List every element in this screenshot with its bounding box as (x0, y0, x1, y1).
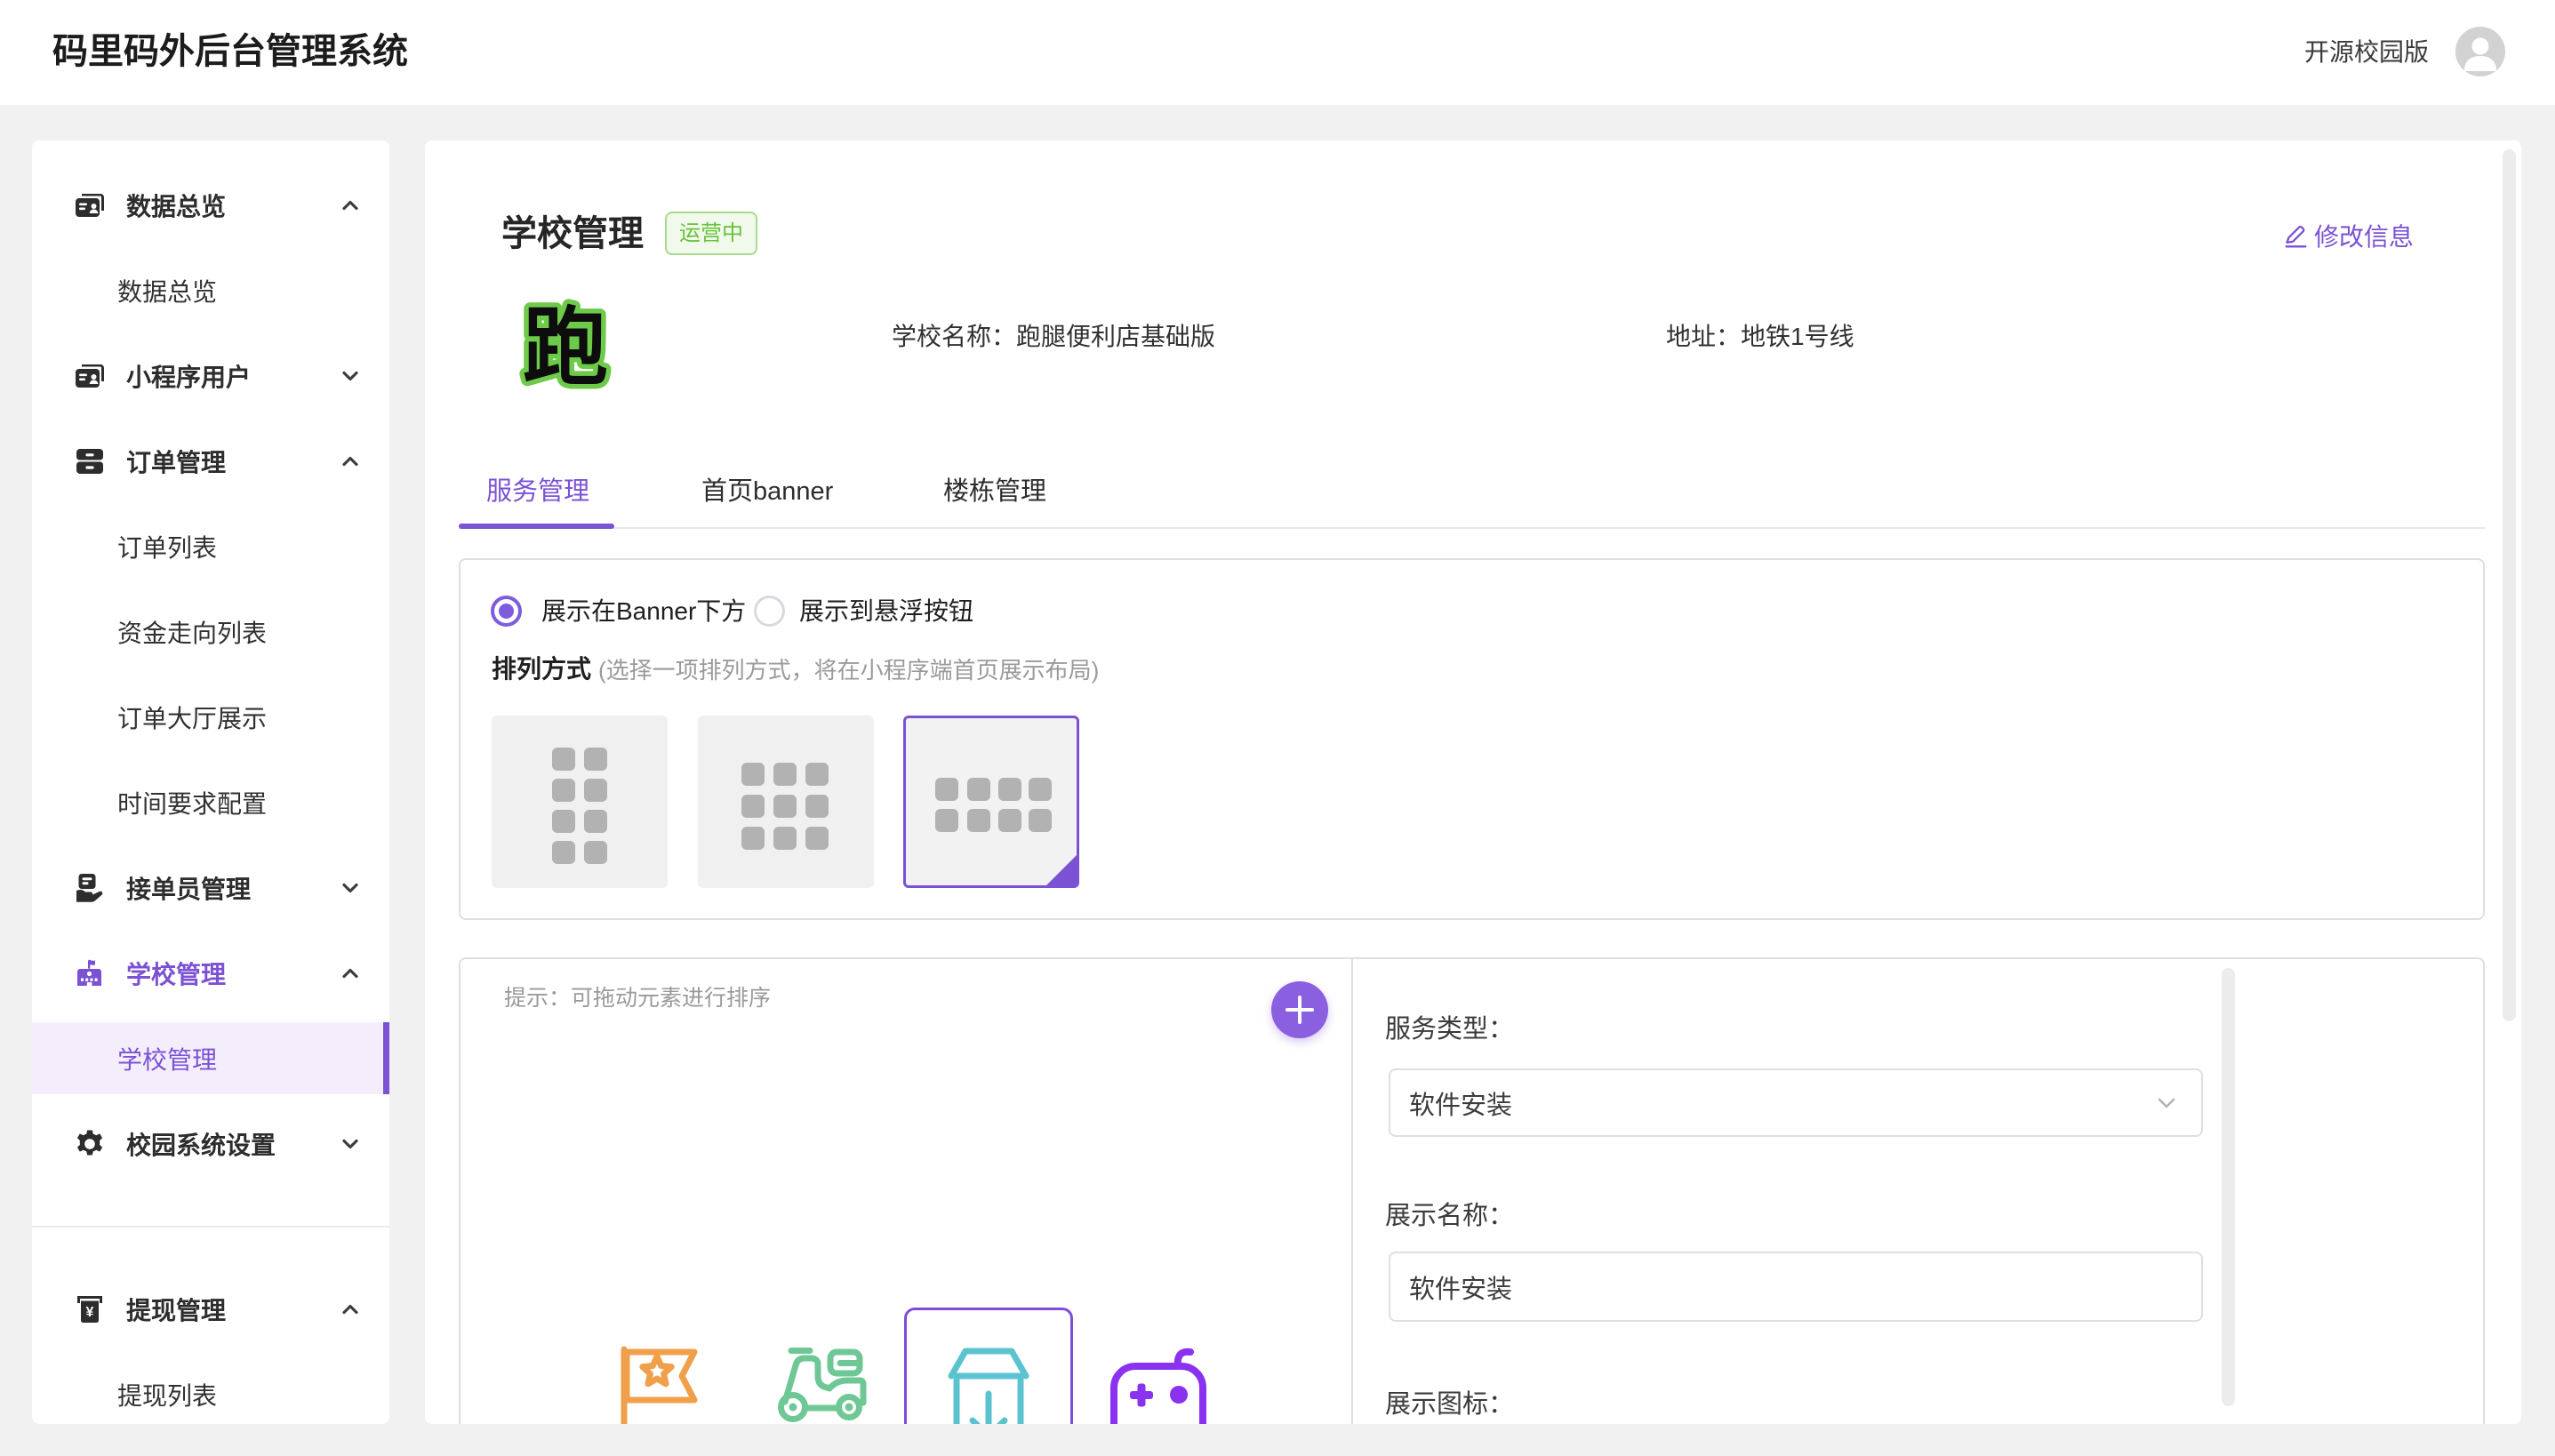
svg-text:跑: 跑 (523, 300, 608, 396)
svg-text:¥: ¥ (86, 1305, 94, 1320)
